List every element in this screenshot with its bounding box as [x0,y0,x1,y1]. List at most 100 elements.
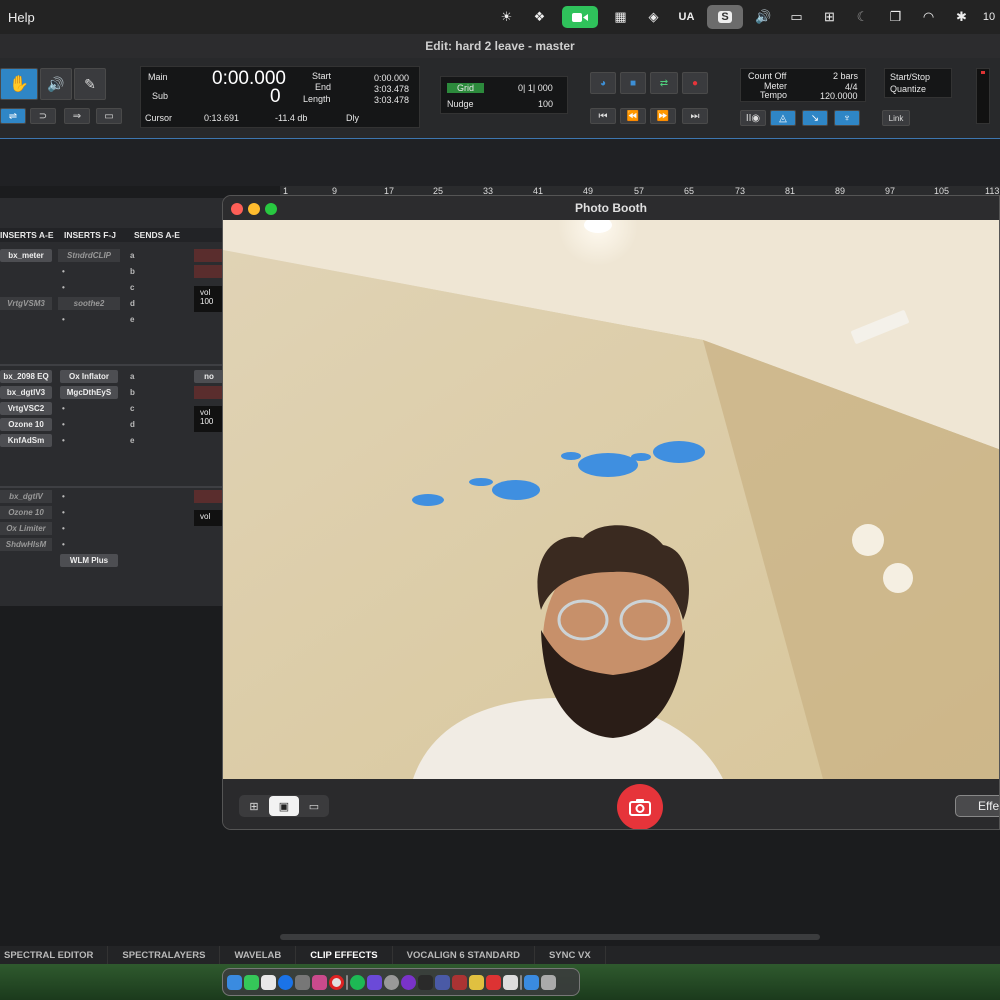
tab-wavelab[interactable]: WAVELAB [220,946,297,964]
tab-to-transient-button[interactable]: ⊃ [30,108,56,124]
tempo-value[interactable]: 120.0000 [820,91,858,101]
insert-slot[interactable]: • [58,538,114,551]
take-photo-button[interactable] [617,784,663,829]
tab-spectral-editor[interactable]: SPECTRAL EDITOR [0,946,109,964]
downloads-icon[interactable] [524,974,539,990]
zoom-toggle-button[interactable]: ▭ [96,108,122,124]
insert-slot[interactable]: ShdwHlsM [0,538,52,551]
insert-slot[interactable]: • [58,281,114,294]
minimize-window-button[interactable] [248,203,260,215]
start-value[interactable]: 0:00.000 [374,73,409,83]
wait-for-note-button[interactable]: II◉ [740,110,766,126]
start-stop-label[interactable]: Start/Stop [890,72,930,82]
grid-value[interactable]: 0| 1| 000 [518,83,553,93]
insert-slot[interactable]: bx_2098 EQ [0,370,52,383]
send-slot[interactable]: c [126,281,186,294]
app-icon[interactable] [261,974,276,990]
insert-slot[interactable]: • [58,265,114,278]
focus-moon-icon[interactable]: ☾ [846,0,879,34]
pencil-tool-button[interactable]: ✎ [74,68,106,100]
app-icon[interactable] [278,974,293,990]
link-button[interactable]: Link [882,110,910,126]
grabber-tool-button[interactable]: ✋ [0,68,38,100]
send-slot[interactable]: a [126,370,186,383]
finder-icon[interactable] [227,974,242,990]
stop-button[interactable]: ■ [620,72,646,94]
trash-icon[interactable] [541,974,556,990]
bluetooth-icon[interactable]: ✱ [945,0,978,34]
output-slot[interactable] [194,490,224,503]
volume-icon[interactable]: 🔊 [747,0,780,34]
metronome-button[interactable]: ◬ [770,110,796,126]
app-icon[interactable] [401,974,416,990]
insert-slot[interactable]: • [58,313,114,326]
insert-slot[interactable]: StndrdCLIP [58,249,120,262]
single-photo-mode-icon[interactable]: ▣ [269,796,299,816]
go-to-end-button[interactable]: ⏭ [682,108,708,124]
record-button[interactable]: ● [682,72,708,94]
count-off-label[interactable]: Count Off [748,71,786,81]
close-window-button[interactable] [231,203,243,215]
app-icon[interactable] [418,974,433,990]
app-icon[interactable] [435,974,450,990]
insert-slot[interactable]: soothe2 [58,297,120,310]
return-to-zero-button[interactable]: ⏮ [590,108,616,124]
app-icon[interactable] [367,974,382,990]
insert-slot[interactable]: bx_meter [0,249,52,262]
insert-slot[interactable]: • [58,490,114,503]
output-slot[interactable] [194,249,224,262]
send-slot[interactable]: d [126,418,186,431]
send-slot[interactable]: d [126,297,186,310]
battery-label[interactable]: 10 [978,0,1000,34]
volume-display[interactable]: vol 100 [194,286,224,312]
tab-vocalign[interactable]: VOCALIGN 6 STANDARD [393,946,535,964]
app-icon[interactable] [503,974,518,990]
insert-slot[interactable]: VrtgVSC2 [0,402,52,415]
dropbox-icon[interactable]: ❖ [523,0,556,34]
send-slot[interactable]: b [126,386,186,399]
quantize-label[interactable]: Quantize [890,84,926,94]
fast-forward-button[interactable]: ⏩ [650,108,676,124]
end-value[interactable]: 3:03.478 [374,84,409,94]
messages-icon[interactable] [244,974,259,990]
s-app-icon[interactable]: S [707,5,743,29]
vpn-icon[interactable]: ◈ [637,0,670,34]
camera-in-use-icon[interactable] [562,6,598,28]
zoom-window-button[interactable] [265,203,277,215]
send-slot[interactable]: b [126,265,186,278]
app-icon[interactable] [486,974,501,990]
insert-slot[interactable]: MgcDthEyS [60,386,118,399]
insert-slot[interactable]: Ozone 10 [0,418,52,431]
app-icon[interactable] [295,974,310,990]
brightness-icon[interactable]: ☀ [490,0,523,34]
four-up-mode-icon[interactable]: ⊞ [239,796,269,816]
send-slot[interactable]: e [126,313,186,326]
app-icon[interactable] [384,974,399,990]
spotify-icon[interactable] [350,974,365,990]
send-slot[interactable]: c [126,402,186,415]
insert-slot[interactable]: Ox Inflator [60,370,118,383]
grid-label[interactable]: Grid [447,83,485,93]
insert-slot[interactable]: • [58,402,114,415]
effects-button[interactable]: Effe [955,795,999,817]
automation-follow-button[interactable]: ⇌ [0,108,26,124]
help-menu[interactable]: Help [8,10,35,25]
ua-label[interactable]: UA [670,0,703,34]
screen-mirror-icon[interactable]: ▭ [780,0,813,34]
insert-slot[interactable]: • [58,418,114,431]
video-mode-icon[interactable]: ▭ [299,796,329,816]
insert-slot[interactable]: WLM Plus [60,554,118,567]
nudge-value[interactable]: 100 [538,99,553,109]
delay-label[interactable]: Dly [346,113,359,123]
insert-slot[interactable]: • [58,522,114,535]
insert-slot[interactable]: Ozone 10 [0,506,52,519]
insert-slot[interactable]: • [58,434,114,447]
insert-slot[interactable]: Ox Limiter [0,522,52,535]
horizontal-scrollbar[interactable] [280,934,820,940]
sub-counter-value[interactable]: 0 [270,86,281,108]
volume-display[interactable]: vol 100 [194,406,224,432]
insert-slot[interactable]: VrtgVSM3 [0,297,52,310]
length-value[interactable]: 3:03.478 [374,95,409,105]
trim-tool-button[interactable]: 🔊 [40,68,72,100]
opera-icon[interactable] [329,974,344,990]
